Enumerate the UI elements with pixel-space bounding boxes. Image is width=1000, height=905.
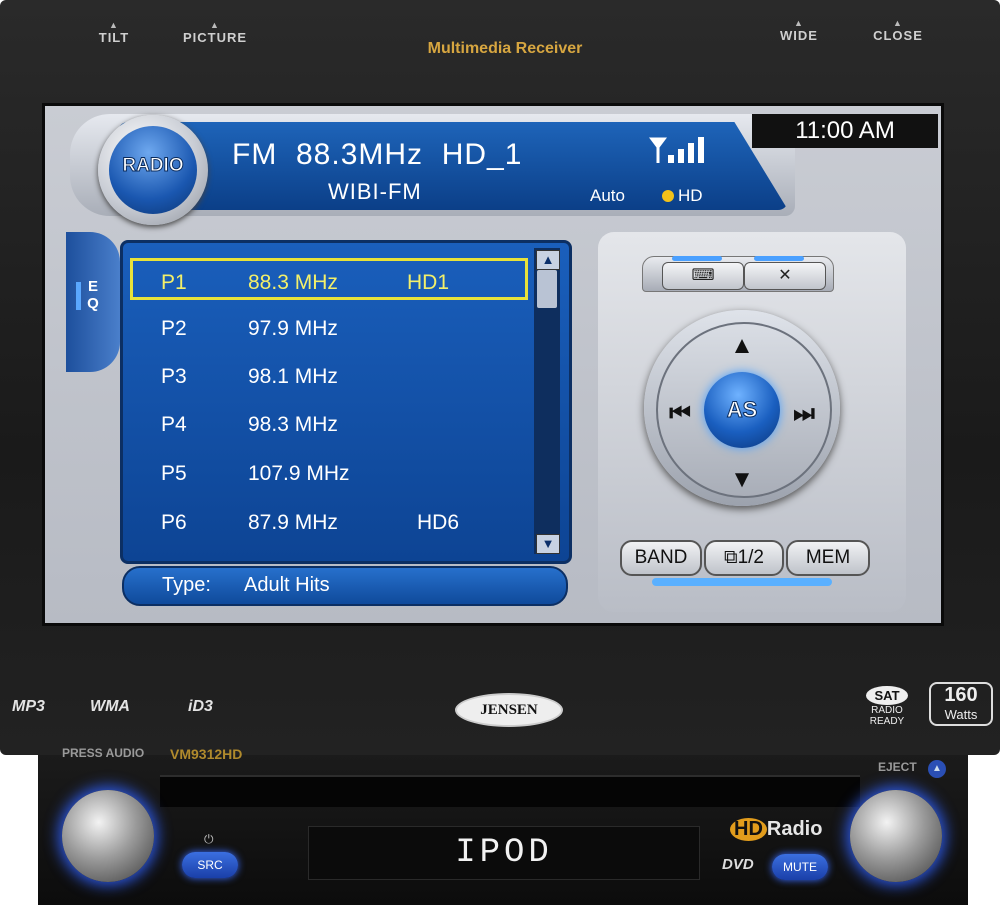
front-display: IPOD — [308, 826, 700, 880]
page-label: 1/2 — [737, 547, 764, 568]
preset-hd: HD6 — [417, 511, 460, 534]
sat-radio-logo: SAT RADIO READY — [856, 686, 918, 727]
sat-label: SAT — [866, 686, 908, 705]
next-track-icon[interactable]: ⏭ — [784, 400, 824, 428]
preset-row-p4[interactable]: P4 98.3 MHz — [130, 403, 528, 445]
tilt-label: TILT — [98, 30, 130, 45]
preset-row-p1[interactable]: P1 88.3 MHz HD1 — [130, 258, 528, 300]
press-audio-label: PRESS AUDIO — [62, 746, 145, 760]
type-label: Type: — [162, 574, 211, 596]
preset-row-p2[interactable]: P2 97.9 MHz — [130, 307, 528, 349]
volume-knob[interactable] — [62, 790, 154, 882]
frequency-value: 88.3MHz — [296, 138, 424, 171]
device-title: Multimedia Receiver — [427, 40, 583, 57]
preset-id: P6 — [161, 511, 187, 534]
id3-logo: iD3 — [188, 698, 213, 715]
preset-frequency: 87.9 MHz — [248, 511, 338, 534]
keyboard-icon[interactable]: ⌨ — [662, 262, 744, 290]
settings-tools-icon[interactable]: ✕ — [744, 262, 826, 290]
close-label: CLOSE — [873, 28, 923, 43]
scroll-up-icon[interactable]: ▲ — [536, 250, 560, 270]
page-button[interactable]: ⧉1/2 — [704, 540, 784, 576]
preset-frequency: 107.9 MHz — [248, 462, 350, 485]
auto-store-button[interactable]: AS — [704, 372, 780, 448]
hd-radio-logo: HD Radio — [730, 818, 822, 841]
jensen-logo: JENSEN — [455, 693, 563, 727]
tilt-button[interactable]: ▲ TILT — [74, 20, 154, 45]
band-button[interactable]: BAND — [620, 540, 702, 576]
preset-row-p3[interactable]: P3 98.1 MHz — [130, 355, 528, 397]
wide-button[interactable]: ▲ WIDE — [759, 18, 839, 43]
power-icon: ⏻ — [204, 832, 214, 846]
model-label: VM9312HD — [170, 746, 243, 762]
eject-label: EJECT — [878, 760, 917, 774]
preset-id: P1 — [161, 271, 187, 294]
up-arrow-icon[interactable]: ▲ — [722, 332, 762, 360]
wide-label: WIDE — [780, 28, 818, 43]
station-name: WIBI-FM — [328, 179, 422, 204]
down-arrow-icon[interactable]: ▼ — [722, 466, 762, 494]
preset-id: P5 — [161, 462, 187, 485]
eq-tab-indicator — [76, 282, 81, 310]
type-value: Adult Hits — [244, 574, 330, 596]
clock: 11:00 AM — [752, 114, 938, 148]
tuning-mode: Auto — [590, 186, 625, 205]
mem-button[interactable]: MEM — [786, 540, 870, 576]
picture-button[interactable]: ▲ PICTURE — [175, 20, 255, 45]
frequency-display: FM 88.3MHz HD_1 — [232, 138, 522, 172]
watts-label: Watts — [944, 707, 978, 722]
tab-glow — [754, 256, 804, 261]
dvd-logo: DVD — [722, 856, 754, 873]
preset-row-p5[interactable]: P5 107.9 MHz — [130, 452, 528, 494]
preset-id: P3 — [161, 365, 187, 388]
hd-mark: HD — [730, 818, 767, 841]
hd-radio-label: Radio — [766, 818, 823, 840]
wma-logo: WMA — [90, 698, 130, 715]
tuning-knob[interactable] — [850, 790, 942, 882]
preset-id: P4 — [161, 413, 187, 436]
eq-label: E Q — [87, 278, 99, 312]
picture-label: PICTURE — [182, 30, 248, 45]
panel-glow — [652, 578, 832, 586]
program-type-bar: Type: Adult Hits — [122, 566, 568, 606]
hd-channel: HD_1 — [441, 138, 523, 171]
close-button[interactable]: ▲ CLOSE — [858, 18, 938, 43]
tab-glow — [672, 256, 722, 261]
page-icon: ⧉ — [724, 547, 738, 568]
src-button[interactable]: SRC — [182, 852, 238, 878]
hd-indicator-label: HD — [678, 186, 703, 205]
scroll-thumb[interactable] — [537, 270, 557, 308]
radio-mode-label: RADIO — [122, 155, 184, 177]
sat-sub: RADIO READY — [869, 705, 905, 727]
scroll-down-icon[interactable]: ▼ — [536, 534, 560, 554]
preset-id: P2 — [161, 317, 187, 340]
watts-value: 160 — [944, 684, 978, 706]
hd-indicator-dot — [662, 190, 674, 202]
mp3-logo: MP3 — [12, 698, 45, 715]
preset-row-p6[interactable]: P6 87.9 MHz HD6 — [130, 501, 528, 543]
previous-track-icon[interactable]: ⏮ — [660, 400, 700, 428]
watts-badge: 160 Watts — [929, 682, 993, 726]
preset-hd: HD1 — [407, 271, 450, 294]
preset-frequency: 98.1 MHz — [248, 365, 338, 388]
disc-slot — [160, 775, 860, 807]
preset-frequency: 88.3 MHz — [248, 271, 338, 294]
mute-button[interactable]: MUTE — [772, 854, 828, 880]
signal-strength-icon — [649, 137, 704, 163]
preset-frequency: 98.3 MHz — [248, 413, 338, 436]
eject-icon[interactable]: ▲ — [928, 760, 946, 778]
preset-frequency: 97.9 MHz — [248, 317, 338, 340]
band-label: FM — [232, 138, 278, 171]
